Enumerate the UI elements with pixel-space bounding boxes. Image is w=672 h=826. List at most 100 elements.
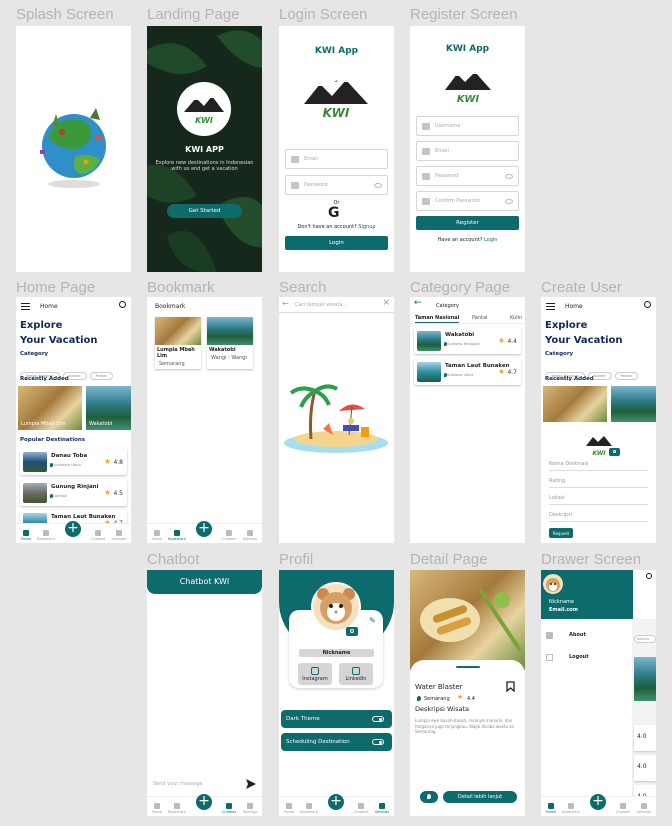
nav-chatbot[interactable]: Chatbot [89, 530, 107, 541]
recent-card[interactable] [611, 386, 656, 422]
nav-home[interactable]: Home [148, 530, 166, 541]
destination-card[interactable]: Danau Toba Sumatera Utara ★ 4.8 [20, 449, 127, 475]
label-splash: Splash Screen [16, 6, 114, 23]
eye-icon[interactable] [505, 174, 513, 179]
camera-icon[interactable] [346, 627, 358, 636]
recent-card[interactable]: Lumpia Mbah Lim [18, 386, 82, 430]
destination-card[interactable]: Gunung Rinjani Lombok ★ 4.5 [20, 480, 127, 506]
confirm-password-field[interactable]: Confirm Password [416, 191, 519, 211]
nav-settings[interactable]: Settings [373, 803, 391, 814]
chip[interactable]: Pantai [614, 372, 638, 380]
menu-icon[interactable] [546, 303, 555, 310]
linkedin-button[interactable]: LinkedIn [339, 663, 373, 685]
drawer-about[interactable]: About [569, 632, 586, 638]
label-login: Login Screen [279, 6, 368, 23]
password-field[interactable]: Password [285, 175, 388, 195]
nav-chatbot[interactable]: Chatbot [352, 803, 370, 814]
search-bar[interactable]: ← Cari tempat wisata... × [279, 297, 394, 313]
nav-chatbot[interactable]: Chatbot [614, 803, 632, 814]
close-icon[interactable]: × [382, 298, 390, 308]
get-started-button[interactable]: Get Started [167, 204, 242, 218]
map-pin-button[interactable] [420, 791, 438, 803]
back-arrow-icon[interactable]: ← [282, 299, 289, 308]
nav-home[interactable]: Home [542, 803, 560, 814]
eye-icon[interactable] [374, 183, 382, 188]
bookmark-name: Lumpia Mbah Lim [157, 347, 195, 359]
detail-more-button[interactable]: Detail lebih lanjut [443, 791, 517, 803]
add-button[interactable]: + [590, 794, 606, 810]
destination-card[interactable]: Taman Laut Bunaken Sulawesi Utara ★ 4.7 [414, 359, 521, 385]
eye-icon[interactable] [505, 199, 513, 204]
destination-rating: 4.7 [507, 369, 517, 376]
nav-home[interactable]: Home [17, 530, 35, 541]
nav-settings[interactable]: Settings [110, 530, 128, 541]
add-button[interactable]: + [196, 521, 212, 537]
nav-settings[interactable]: Settings [241, 530, 259, 541]
tab-taman-nasional[interactable]: Taman Nasional [415, 315, 460, 323]
tab-kuliner[interactable]: Kulin [510, 315, 522, 321]
bookmark-icon[interactable] [506, 681, 515, 692]
tab-pantai[interactable]: Pantai [472, 315, 487, 321]
google-icon[interactable]: G [328, 205, 340, 221]
signup-link[interactable]: Signup [358, 224, 375, 230]
recent-card[interactable] [543, 386, 607, 422]
search-input[interactable]: Cari tempat wisata... [295, 302, 347, 308]
destination-card[interactable]: Wakatobi Sulawesi Tenggara ★ 4.4 [414, 328, 521, 354]
login-screen: KWI App KWI Email Password Or G Don't ha… [279, 26, 394, 272]
nav-bookmark[interactable]: Bookmark [37, 530, 55, 541]
search-icon[interactable] [644, 301, 651, 308]
password-field[interactable]: Password [416, 166, 519, 186]
chip[interactable]: Pantai [89, 372, 113, 380]
register-button[interactable]: Register [416, 216, 519, 230]
nav-home[interactable]: Home [280, 803, 298, 814]
email-field[interactable]: Email [285, 149, 388, 169]
nav-home[interactable]: Home [148, 803, 166, 814]
scheduling-setting[interactable]: Scheduling Destination [281, 733, 392, 751]
landing-screen: KWI KWI APP Explore new destinations in … [147, 26, 262, 272]
email-field[interactable]: Email [416, 141, 519, 161]
category-header: Category [436, 303, 459, 309]
menu-icon[interactable] [21, 303, 30, 310]
nav-chatbot[interactable]: Chatbot [220, 803, 238, 814]
headline-explore: Explore [20, 320, 63, 331]
bookmark-card[interactable]: Wakatobi Wangi - Wangi [207, 317, 253, 369]
add-button[interactable]: + [65, 521, 81, 537]
home-icon [154, 803, 160, 809]
nav-bookmark[interactable]: Bookmark [562, 803, 580, 814]
nav-settings[interactable]: Settings [635, 803, 653, 814]
nav-chatbot[interactable]: Chatbot [220, 530, 238, 541]
camera-icon[interactable] [609, 448, 620, 456]
nav-bookmark[interactable]: Bookmark [300, 803, 318, 814]
username-field[interactable]: Username [416, 116, 519, 136]
destination-name-field[interactable]: Nama Destinasi [549, 461, 648, 471]
description-field[interactable]: Deskripsi [549, 512, 648, 522]
add-button[interactable]: + [196, 794, 212, 810]
rating-field[interactable]: Rating [549, 478, 648, 488]
scheduling-toggle[interactable] [372, 739, 384, 745]
dark-theme-toggle[interactable] [372, 716, 384, 722]
send-icon[interactable] [246, 779, 256, 789]
request-button[interactable]: Request [549, 528, 573, 538]
search-icon[interactable] [119, 301, 126, 308]
instagram-button[interactable]: Instagram [298, 663, 332, 685]
category-title: Category [545, 351, 574, 357]
recent-card[interactable]: Wakatobi [86, 386, 131, 430]
profil-screen: ✎ Nickname Instagram LinkedIn Dark Theme… [279, 570, 394, 816]
bookmark-card[interactable]: Lumpia Mbah Lim Semarang [155, 317, 201, 369]
message-input[interactable]: Send your message [153, 781, 203, 787]
nav-bookmark[interactable]: Bookmark [168, 803, 186, 814]
search-icon[interactable] [646, 573, 652, 579]
drag-handle[interactable] [456, 666, 480, 668]
back-arrow-icon[interactable]: ← [414, 298, 422, 308]
nav-bookmark[interactable]: Bookmark [168, 530, 186, 541]
add-button[interactable]: + [328, 794, 344, 810]
nav-settings[interactable]: Settings [241, 803, 259, 814]
home-header: Home [40, 303, 58, 310]
mail-icon [291, 156, 299, 163]
login-link[interactable]: Login [484, 237, 498, 243]
dark-theme-setting[interactable]: Dark Theme [281, 710, 392, 728]
location-field[interactable]: Lokasi [549, 495, 648, 505]
login-button[interactable]: Login [285, 236, 388, 250]
drawer-logout[interactable]: Logout [569, 654, 589, 660]
edit-icon[interactable]: ✎ [369, 616, 376, 625]
